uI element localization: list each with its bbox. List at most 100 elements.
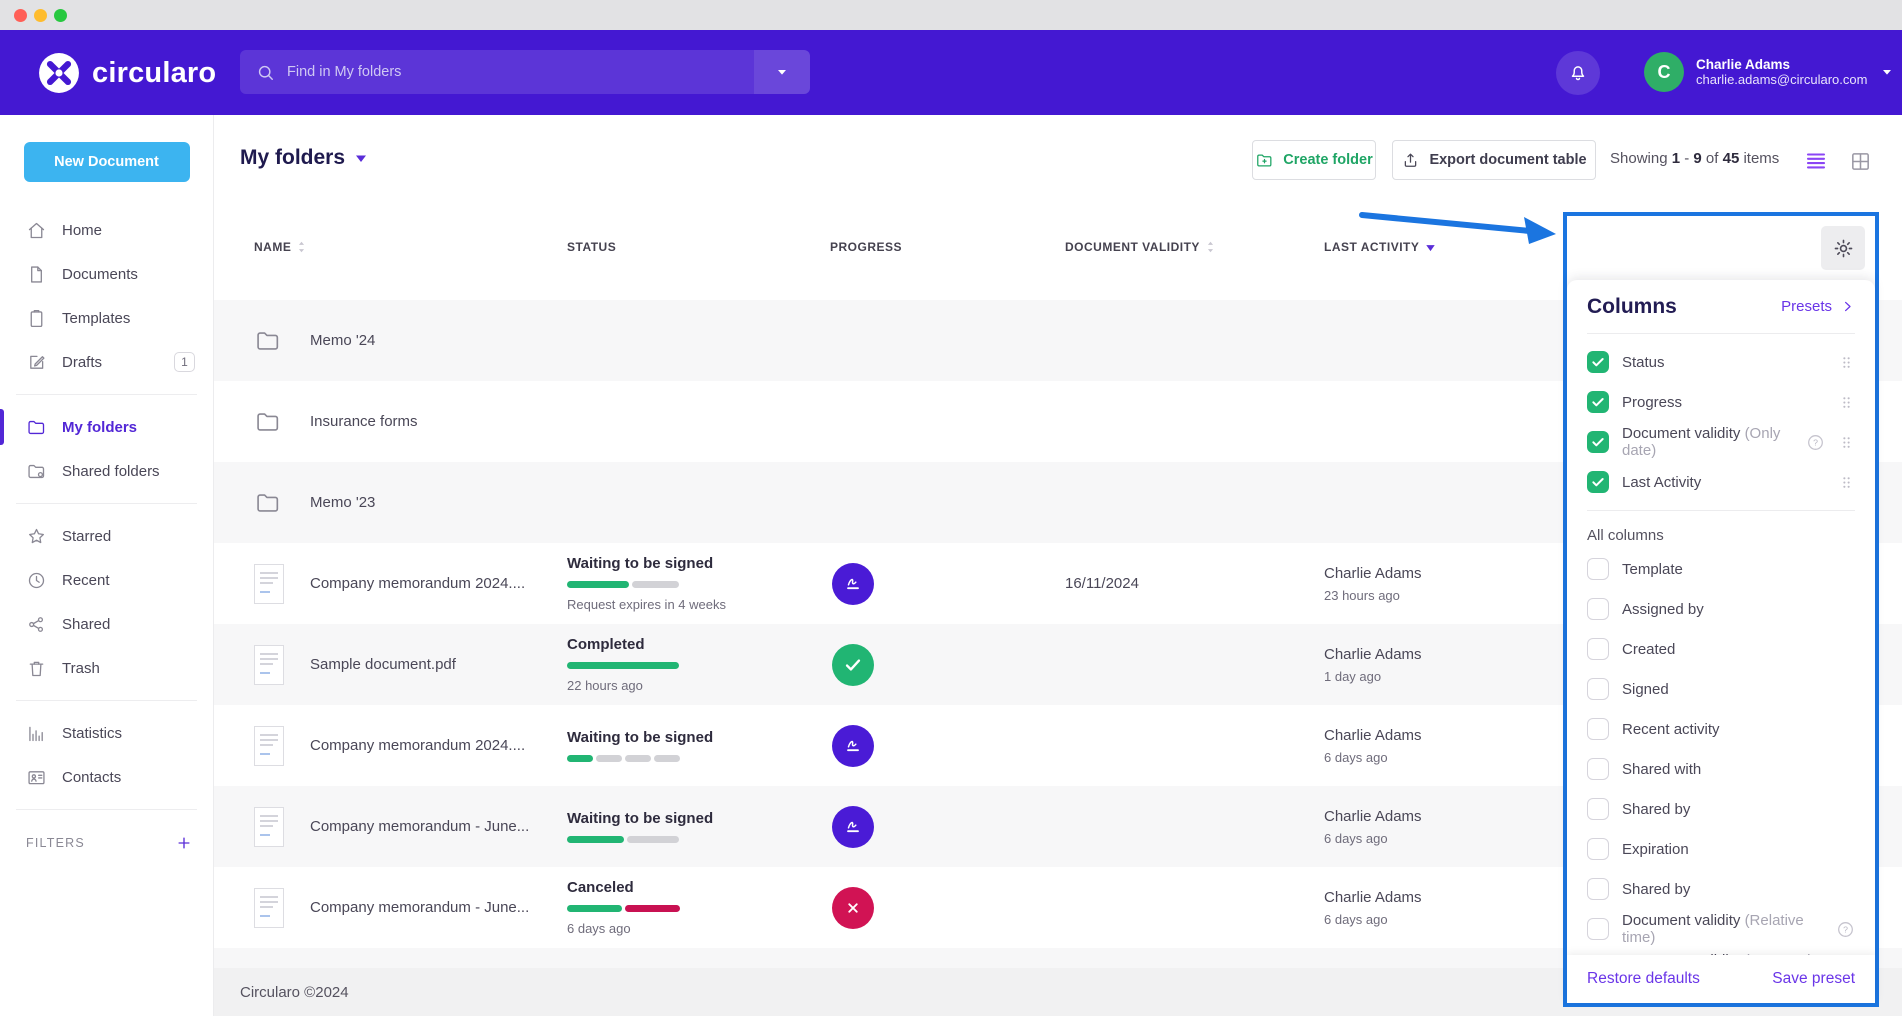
column-option-label: Progress xyxy=(1622,394,1682,411)
signature-badge xyxy=(832,725,874,767)
sidebar-item-label: Trash xyxy=(62,660,100,677)
status-text: Canceled xyxy=(567,879,680,896)
window-zoom-button[interactable] xyxy=(54,9,67,22)
column-header-name[interactable]: NAME xyxy=(254,240,306,254)
drag-handle-icon[interactable] xyxy=(1838,354,1855,371)
export-document-table-button[interactable]: Export document table xyxy=(1392,140,1596,180)
sidebar-item-recent[interactable]: Recent xyxy=(0,558,213,602)
checkbox-checked[interactable] xyxy=(1587,431,1609,453)
columns-card: Columns Presets Status Progress Document… xyxy=(1567,280,1875,1003)
folder-icon xyxy=(26,417,47,438)
status-cell: Waiting to be signed xyxy=(567,786,713,867)
sidebar-item-trash[interactable]: Trash xyxy=(0,646,213,690)
activity-time: 6 days ago xyxy=(1324,912,1422,927)
svg-text:?: ? xyxy=(1813,437,1818,447)
checkbox-unchecked[interactable] xyxy=(1587,558,1609,580)
checkbox-unchecked[interactable] xyxy=(1587,598,1609,620)
activity-time: 6 days ago xyxy=(1324,831,1422,846)
drag-handle-icon[interactable] xyxy=(1838,434,1855,451)
checkbox-checked[interactable] xyxy=(1587,391,1609,413)
create-folder-button[interactable]: Create folder xyxy=(1252,140,1376,180)
drag-handle-icon[interactable] xyxy=(1838,394,1855,411)
progress-bar xyxy=(567,662,679,669)
column-option-signed: Signed xyxy=(1587,669,1855,709)
sidebar-item-statistics[interactable]: Statistics xyxy=(0,711,213,755)
filters-label: FILTERS xyxy=(26,836,85,850)
table-settings-button[interactable] xyxy=(1821,226,1865,270)
checkbox-unchecked[interactable] xyxy=(1587,678,1609,700)
activity-user: Charlie Adams xyxy=(1324,646,1422,663)
search-icon xyxy=(256,63,275,82)
progress-cell xyxy=(832,543,874,624)
progress-bar xyxy=(567,905,680,912)
item-name: Company memorandum - June... xyxy=(310,867,529,948)
help-icon[interactable]: ? xyxy=(1836,920,1855,939)
drag-handle-icon[interactable] xyxy=(1838,474,1855,491)
column-header-last-activity[interactable]: LAST ACTIVITY xyxy=(1324,240,1436,254)
sidebar-item-home[interactable]: Home xyxy=(0,208,213,252)
new-document-button[interactable]: New Document xyxy=(24,142,190,182)
columns-panel-footer: Restore defaults Save preset xyxy=(1567,955,1875,1003)
window-minimize-button[interactable] xyxy=(34,9,47,22)
checkbox-unchecked[interactable] xyxy=(1587,638,1609,660)
checkbox-unchecked[interactable] xyxy=(1587,838,1609,860)
activity-time: 23 hours ago xyxy=(1324,588,1422,603)
checkbox-unchecked[interactable] xyxy=(1587,798,1609,820)
drafts-count-badge: 1 xyxy=(174,352,195,372)
sidebar-item-my-folders[interactable]: My folders xyxy=(0,405,213,449)
column-header-status[interactable]: STATUS xyxy=(567,240,616,254)
last-activity-cell: Charlie Adams 6 days ago xyxy=(1324,705,1422,786)
window-close-button[interactable] xyxy=(14,9,27,22)
template-icon xyxy=(26,308,47,329)
sidebar: New Document Home Documents Templates Dr… xyxy=(0,115,214,1016)
list-view-button[interactable] xyxy=(1802,148,1830,174)
notifications-button[interactable] xyxy=(1556,51,1600,95)
item-name: Memo '24 xyxy=(310,300,375,381)
brand-name: circularo xyxy=(92,57,216,90)
visible-columns-list: Status Progress Document validity (Only … xyxy=(1587,334,1855,511)
brand-logo[interactable]: circularo xyxy=(38,52,216,94)
column-option-progress: Progress xyxy=(1587,382,1855,422)
column-option-status: Status xyxy=(1587,342,1855,382)
checkbox-unchecked[interactable] xyxy=(1587,918,1609,940)
activity-user: Charlie Adams xyxy=(1324,808,1422,825)
search-options-button[interactable] xyxy=(754,50,810,94)
status-text: Completed xyxy=(567,636,679,653)
checkbox-unchecked[interactable] xyxy=(1587,878,1609,900)
chevron-right-icon xyxy=(1840,299,1855,314)
checkbox-checked[interactable] xyxy=(1587,351,1609,373)
progress-cell xyxy=(832,705,874,786)
presets-link[interactable]: Presets xyxy=(1781,298,1855,315)
add-filter-button[interactable] xyxy=(175,834,193,852)
checkbox-unchecked[interactable] xyxy=(1587,758,1609,780)
column-header-document-validity[interactable]: DOCUMENT VALIDITY xyxy=(1065,240,1215,254)
folder-title-dropdown[interactable]: My folders xyxy=(240,146,367,170)
checkbox-checked[interactable] xyxy=(1587,471,1609,493)
columns-panel: Columns Presets Status Progress Document… xyxy=(1563,212,1879,1007)
all-columns-list: Template Assigned by Created Signed Rece… xyxy=(1587,549,1855,989)
sidebar-item-documents[interactable]: Documents xyxy=(0,252,213,296)
sidebar-item-starred[interactable]: Starred xyxy=(0,514,213,558)
column-option-created: Created xyxy=(1587,629,1855,669)
item-name: Company memorandum - June... xyxy=(310,786,529,867)
sidebar-item-drafts[interactable]: Drafts 1 xyxy=(0,340,213,384)
status-subtext: Request expires in 4 weeks xyxy=(567,597,726,612)
sidebar-item-label: Recent xyxy=(62,572,110,589)
status-cell: Waiting to be signed xyxy=(567,705,713,786)
sidebar-item-templates[interactable]: Templates xyxy=(0,296,213,340)
sidebar-item-shared[interactable]: Shared xyxy=(0,602,213,646)
status-cell: Completed 22 hours ago xyxy=(567,624,679,705)
help-icon[interactable]: ? xyxy=(1806,433,1825,452)
restore-defaults-link[interactable]: Restore defaults xyxy=(1587,970,1700,988)
save-preset-link[interactable]: Save preset xyxy=(1772,970,1855,988)
column-header-progress[interactable]: PROGRESS xyxy=(830,240,902,254)
last-activity-cell: Charlie Adams 1 day ago xyxy=(1324,624,1422,705)
columns-title: Columns xyxy=(1587,295,1677,319)
grid-view-button[interactable] xyxy=(1846,148,1874,174)
sidebar-item-label: Drafts xyxy=(62,354,102,371)
sidebar-item-shared-folders[interactable]: Shared folders xyxy=(0,449,213,493)
checkbox-unchecked[interactable] xyxy=(1587,718,1609,740)
sidebar-item-contacts[interactable]: Contacts xyxy=(0,755,213,799)
search-input[interactable]: Find in My folders xyxy=(240,50,810,94)
user-menu[interactable]: C Charlie Adams charlie.adams@circularo.… xyxy=(1644,52,1895,92)
